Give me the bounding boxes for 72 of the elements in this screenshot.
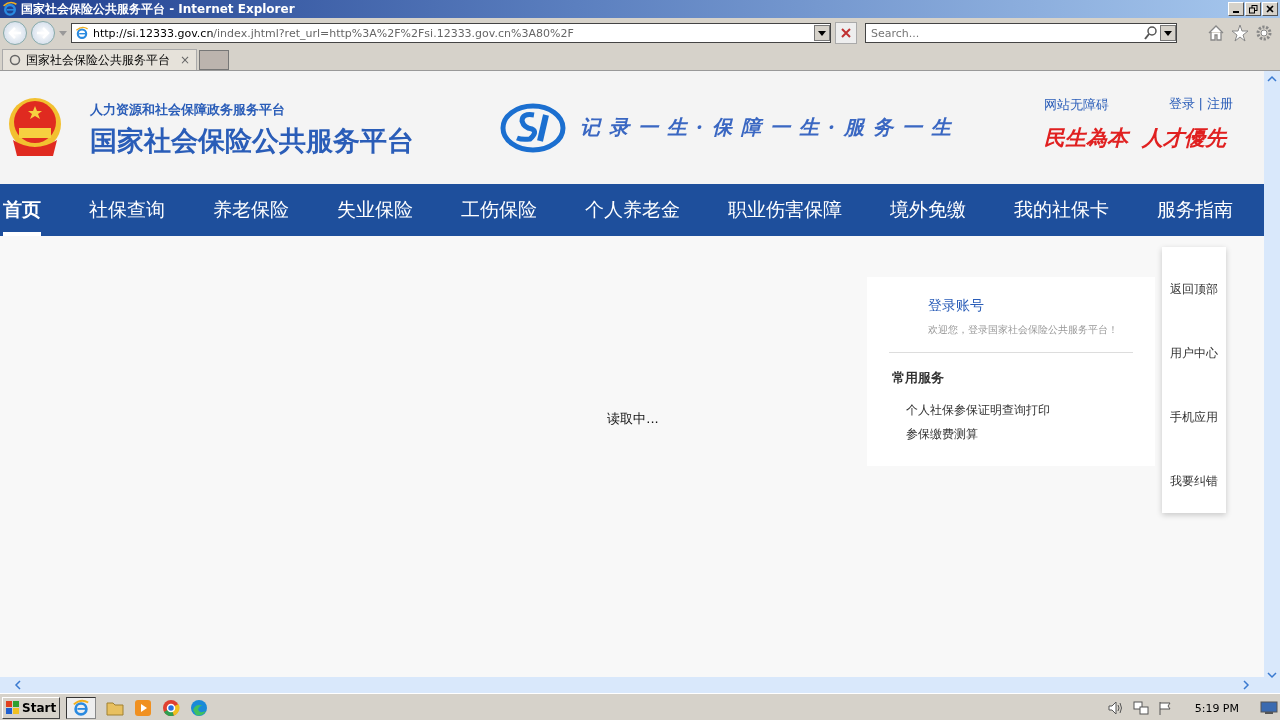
login-link[interactable]: 登录 <box>1168 94 1195 113</box>
speaker-icon[interactable] <box>1107 701 1124 715</box>
forward-button[interactable] <box>31 21 55 45</box>
edge-icon[interactable] <box>190 699 209 717</box>
browser-tab[interactable]: 国家社会保险公共服务平台 × <box>2 49 197 70</box>
nav-item[interactable]: 服务指南 <box>1157 184 1233 236</box>
search-icon[interactable] <box>1144 26 1158 40</box>
close-icon <box>841 28 851 38</box>
back-button[interactable] <box>3 21 27 45</box>
register-link[interactable]: 注册 <box>1207 94 1233 113</box>
accessibility-link[interactable]: 网站无障碍 <box>1043 93 1109 114</box>
close-icon <box>1266 5 1274 13</box>
nav-item[interactable]: 工伤保险 <box>461 184 537 236</box>
window-title: 国家社会保险公共服务平台 - Internet Explorer <box>21 0 295 18</box>
nav-item[interactable]: 职业伤害保障 <box>728 184 842 236</box>
side-tool-link[interactable]: 用户中心 <box>1170 344 1218 362</box>
service-link[interactable]: 个人社保参保证明查询打印 <box>906 402 1050 419</box>
nav-item[interactable]: 社保查询 <box>89 184 165 236</box>
login-account-link[interactable]: 登录账号 <box>928 297 984 315</box>
back-arrow-icon <box>8 27 22 39</box>
service-link[interactable]: 参保缴费测算 <box>906 426 978 443</box>
dropdown-arrow-icon <box>1164 30 1172 36</box>
chrome-icon[interactable] <box>162 699 181 717</box>
dropdown-arrow-icon <box>818 30 826 36</box>
clock-time: 5:19 PM <box>1194 701 1239 715</box>
forward-arrow-icon <box>36 27 50 39</box>
loading-circle-icon <box>9 54 21 66</box>
browser-logo-icon <box>2 1 18 17</box>
vertical-scrollbar[interactable] <box>1264 71 1280 693</box>
search-dropdown-button[interactable] <box>1160 25 1176 41</box>
nav-item[interactable]: 我的社保卡 <box>1014 184 1109 236</box>
slogan: 记录一生·保障一生·服务一生 <box>580 114 960 141</box>
stop-button[interactable] <box>835 22 857 44</box>
dropdown-arrow-icon[interactable] <box>59 30 67 36</box>
nav-item[interactable]: 失业保险 <box>337 184 413 236</box>
site-title: 国家社会保险公共服务平台 <box>90 123 414 158</box>
side-tool-link[interactable]: 我要纠错 <box>1170 472 1218 490</box>
flag-icon[interactable] <box>1157 701 1172 715</box>
settings-icon[interactable] <box>1255 24 1273 42</box>
nav-item[interactable]: 境外免缴 <box>890 184 966 236</box>
platform-subtitle: 人力资源和社会保障政务服务平台 <box>90 100 286 119</box>
side-tool-link[interactable]: 手机应用 <box>1170 408 1218 426</box>
horizontal-scrollbar[interactable] <box>0 677 1264 693</box>
minimize-button[interactable] <box>1228 2 1244 16</box>
address-dropdown-button[interactable] <box>814 25 830 41</box>
search-box[interactable]: Search... <box>865 23 1177 43</box>
tab-close-button[interactable]: × <box>179 53 190 67</box>
new-tab-button[interactable] <box>199 50 229 70</box>
show-desktop-icon[interactable] <box>1260 701 1278 715</box>
restore-button[interactable] <box>1245 2 1261 16</box>
network-icon[interactable] <box>1132 701 1149 715</box>
restore-icon <box>1248 4 1258 14</box>
windows-logo-icon <box>6 701 20 715</box>
home-icon[interactable] <box>1207 24 1225 42</box>
motto-text: 民生為本 <box>1043 124 1128 152</box>
si-logo-icon <box>500 102 566 153</box>
browser-logo-icon <box>75 26 89 40</box>
side-tool-link[interactable]: 返回顶部 <box>1170 280 1218 298</box>
nav-item[interactable]: 养老保险 <box>213 184 289 236</box>
section-heading: 常用服务 <box>892 369 945 387</box>
motto-text: 人才優先 <box>1141 124 1226 152</box>
address-field[interactable]: http://si.12333.gov.cn/index.jhtml?ret_url=http%3A%2F%2Fsi.12333.gov.cn%3A80%2F <box>71 23 831 43</box>
close-button[interactable] <box>1262 2 1278 16</box>
loading-text: 读取中... <box>607 410 659 428</box>
start-button[interactable]: Start <box>2 697 61 719</box>
browser-logo-icon <box>72 699 91 717</box>
welcome-text: 欢迎您，登录国家社会保险公共服务平台！ <box>928 323 1119 337</box>
nav-item[interactable]: 个人养老金 <box>585 184 680 236</box>
favorites-star-icon[interactable] <box>1231 24 1249 42</box>
media-player-icon[interactable] <box>134 699 153 717</box>
nav-item[interactable]: 首页 <box>3 184 41 236</box>
link-separator: | <box>1198 96 1203 111</box>
